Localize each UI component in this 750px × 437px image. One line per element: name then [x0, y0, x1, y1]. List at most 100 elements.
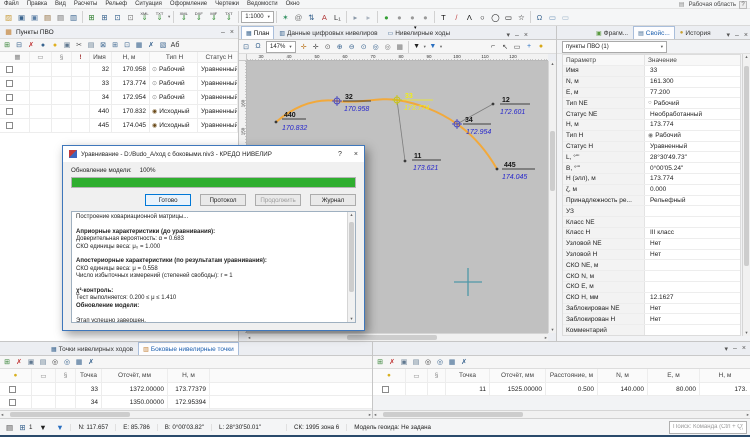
rect-tool-icon[interactable]: ▭	[502, 11, 515, 24]
menu-item[interactable]: Файл	[0, 1, 23, 7]
minimize-button[interactable]: –	[221, 29, 225, 36]
property-row[interactable]: Тип Н ◉ Рабочий	[563, 131, 740, 142]
export-format-button[interactable]: DXF ⇓	[191, 12, 206, 22]
property-row[interactable]: B, °'" 0°00'05.24"	[563, 163, 740, 174]
property-row[interactable]: СКО E, м	[563, 282, 740, 293]
table-export-icon[interactable]: ⊠	[97, 39, 109, 51]
bottom-tab[interactable]: ▦ Точки нивелирных ходов	[46, 342, 138, 355]
column-header[interactable]: Н, м	[112, 52, 150, 62]
add-row-icon[interactable]: ⊞	[1, 39, 13, 51]
scroll-up-icon[interactable]: ▴	[350, 212, 352, 218]
filter-button[interactable]: ▼ ▾	[427, 41, 443, 53]
refresh-view-icon[interactable]: ▦	[394, 41, 406, 53]
add-row-icon[interactable]: ⊞	[374, 356, 386, 368]
paste-icon[interactable]: ▤	[85, 39, 97, 51]
select-lasso-icon[interactable]: Ω	[252, 41, 264, 53]
grid-icon[interactable]: ▦	[133, 39, 145, 51]
grid-edit-icon[interactable]: ▧	[157, 39, 169, 51]
pan-icon[interactable]: ✛	[298, 41, 310, 53]
clip-region-icon[interactable]: ▭	[559, 11, 572, 24]
property-row[interactable]: СКО Н, мм 12.1627	[563, 293, 740, 304]
property-row[interactable]: Класс Н III класс	[563, 228, 740, 239]
scroll-right-icon[interactable]: ▸	[747, 412, 749, 418]
sync-icon[interactable]: ⇅	[305, 11, 318, 24]
selection-scope-select[interactable]: пункты ПВО (1) ▾	[562, 41, 667, 53]
import-format-button[interactable]: XML ⇓	[137, 12, 152, 22]
column-header[interactable]: Тип Н	[150, 52, 198, 62]
scroll-up-icon[interactable]: ▴	[551, 61, 553, 67]
scrollbar-thumb[interactable]	[744, 66, 749, 266]
bottom-tab[interactable]: ▥ Боковые нивелирные точки	[138, 342, 239, 355]
scrollbar-thumb[interactable]	[10, 412, 130, 417]
zoom-out-icon[interactable]: ⊖	[346, 41, 358, 53]
point-dot-445[interactable]	[496, 168, 499, 171]
property-row[interactable]: Тип NE ○ Рабочий	[563, 98, 740, 109]
scroll-down-icon[interactable]: ▾	[551, 327, 553, 333]
find-icon[interactable]: ◎	[422, 356, 434, 368]
paste-icon[interactable]: ▤	[37, 356, 49, 368]
command-search-input[interactable]	[669, 421, 747, 434]
help-icon[interactable]: ?	[739, 1, 747, 9]
table-link-icon[interactable]: ⊡	[121, 39, 133, 51]
grid-delete-icon[interactable]: ✗	[145, 39, 157, 51]
log-scrollbar[interactable]: ▴ ▾	[347, 212, 355, 322]
minimize-button[interactable]: –	[733, 345, 737, 352]
export-format-button[interactable]: TXT ⇓	[221, 12, 236, 22]
table-row[interactable]: 33 173.774 ⊙ Рабочий Уравненный	[0, 77, 238, 91]
dialog-title-bar[interactable]: Уравнивание - D:/Budo_A/ход с боковыми.n…	[63, 146, 364, 162]
table-row[interactable]: 33 1372.00000 173.77379	[0, 383, 372, 396]
zoom-prev-icon[interactable]: ⊙	[322, 41, 334, 53]
copy-icon[interactable]: ▣	[61, 39, 73, 51]
dialog-button[interactable]: Журнал	[310, 194, 356, 206]
scrollbar-thumb[interactable]	[383, 412, 523, 417]
import-job-icon[interactable]: ⊞	[85, 11, 98, 24]
snap-point-icon[interactable]: +	[523, 41, 535, 53]
column-header[interactable]: Имя	[90, 52, 112, 62]
point-dot-11[interactable]	[404, 160, 407, 163]
property-row[interactable]: Статус Н Уравненный	[563, 142, 740, 153]
polyline-tool-icon[interactable]: Λ	[463, 11, 476, 24]
lasso-region-icon[interactable]: Ω	[533, 11, 546, 24]
property-row[interactable]: Комментарий	[563, 325, 740, 336]
insert-row-icon[interactable]: ⊟	[13, 39, 25, 51]
property-row[interactable]: Принадлежность ре... Рельефный	[563, 196, 740, 207]
delete-row-icon[interactable]: ✗	[13, 356, 25, 368]
scrollbar-thumb[interactable]	[347, 335, 437, 340]
flag-icon[interactable]: ▸	[349, 11, 362, 24]
panel-tab[interactable]: ▣ Фрагм...	[591, 26, 633, 39]
table-import-icon[interactable]: ⊞	[109, 39, 121, 51]
property-row[interactable]: Н, м 173.774	[563, 120, 740, 131]
plan-horizontal-scrollbar[interactable]: ◂ ▸	[247, 333, 548, 341]
row-checkbox[interactable]	[6, 122, 13, 129]
table-row[interactable]: 32 170.958 ⊙ Рабочий Уравненный	[0, 63, 238, 77]
property-row[interactable]: Заблокирован NE Нет	[563, 304, 740, 315]
dialog-button[interactable]: Протокол	[200, 194, 246, 206]
menu-item[interactable]: Чертежи	[211, 1, 243, 7]
panel-tab[interactable]: ● История	[675, 26, 716, 39]
delete-row-icon[interactable]: ✗	[25, 39, 37, 51]
column-header[interactable]: Н, м	[168, 369, 210, 382]
zoom-selected-icon[interactable]: ◎	[382, 41, 394, 53]
column-header[interactable]: E, м	[648, 369, 700, 382]
property-row[interactable]: ζ, м 0.000	[563, 185, 740, 196]
table-row[interactable]: 440 170.832 ◉ Исходный Уравненный	[0, 105, 238, 119]
flag-alt-icon[interactable]: ▸	[362, 11, 375, 24]
table-row[interactable]: 445 174.045 ◉ Исходный Уравненный	[0, 119, 238, 133]
mention-icon[interactable]: @	[292, 11, 305, 24]
row-checkbox[interactable]	[6, 80, 13, 87]
panel-menu-button[interactable]: ▾	[726, 31, 730, 39]
menu-item[interactable]: Ведомости	[243, 1, 282, 7]
panel-menu-button[interactable]: ▾	[506, 31, 510, 39]
filter-button[interactable]: ▼ ▾	[411, 41, 427, 53]
point-dot-12[interactable]	[492, 103, 495, 106]
row-checkbox[interactable]	[6, 108, 13, 115]
bottom-right-scrollbar[interactable]: ◂ ▸	[373, 410, 750, 418]
menu-item[interactable]: Оформление	[166, 1, 211, 7]
import-file-icon[interactable]: ⊡	[111, 11, 124, 24]
column-header[interactable]: Н, м	[700, 369, 750, 382]
copy-icon[interactable]: ▣	[25, 356, 37, 368]
column-header[interactable]: Отсчёт, мм	[102, 369, 168, 382]
minimize-button[interactable]: –	[515, 32, 519, 39]
close-button[interactable]: ×	[742, 345, 746, 352]
menu-item[interactable]: Вид	[51, 1, 70, 7]
